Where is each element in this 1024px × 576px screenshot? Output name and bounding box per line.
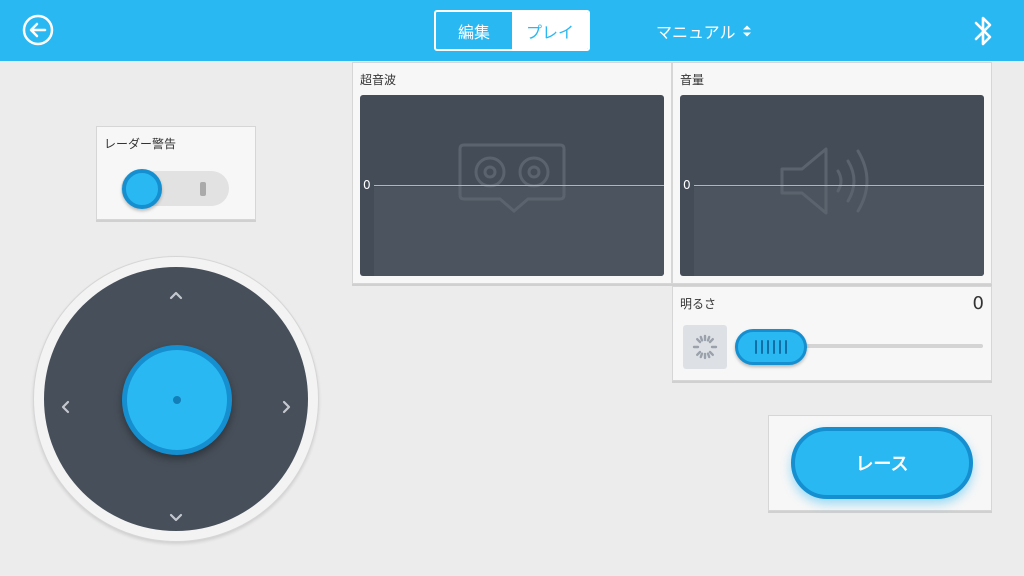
ultrasonic-panel: 超音波 0 — [352, 62, 672, 284]
grip-line — [773, 340, 775, 354]
control-mode-select[interactable]: マニュアル — [656, 19, 752, 43]
radar-warning-panel: レーダー警告 — [96, 126, 256, 220]
up-down-arrows-icon — [742, 25, 751, 37]
speaker-icon — [780, 147, 869, 215]
race-panel: レース — [768, 415, 992, 511]
joystick — [33, 256, 319, 542]
grip-line — [767, 340, 769, 354]
edit-mode-tab[interactable]: 編集 — [436, 12, 512, 49]
toggle-knob[interactable] — [122, 169, 162, 209]
mode-toggle: 編集 プレイ — [434, 10, 590, 51]
chevron-down-icon[interactable] — [168, 510, 184, 526]
sound-graph: 0 — [680, 95, 984, 276]
chevron-left-icon[interactable] — [58, 399, 74, 415]
grip-line — [755, 340, 757, 354]
ultrasonic-graph: 0 — [360, 95, 664, 276]
graph-zero-line — [374, 185, 664, 186]
play-mode-tab[interactable]: プレイ — [512, 12, 588, 49]
grip-line — [785, 340, 787, 354]
radar-warning-toggle[interactable] — [121, 169, 229, 209]
toggle-off-indicator — [200, 182, 206, 196]
brightness-value: 0 — [972, 293, 984, 314]
race-button[interactable]: レース — [791, 427, 973, 499]
light-sensor-icon — [683, 325, 727, 369]
graph-zero-label: 0 — [683, 178, 691, 192]
grip-line — [761, 340, 763, 354]
chevron-up-icon[interactable] — [168, 287, 184, 303]
sound-panel: 音量 0 — [672, 62, 992, 284]
control-mode-label: マニュアル — [656, 23, 736, 42]
brightness-panel: 明るさ 0 — [672, 286, 992, 381]
radar-warning-title: レーダー警告 — [104, 137, 177, 151]
chevron-right-icon[interactable] — [278, 399, 294, 415]
joystick-knob-center — [173, 396, 181, 404]
ultrasonic-title: 超音波 — [360, 73, 397, 87]
joystick-knob[interactable] — [122, 345, 232, 455]
brightness-title: 明るさ — [680, 297, 717, 311]
brightness-slider-thumb[interactable] — [735, 329, 807, 365]
joystick-pad[interactable] — [44, 267, 308, 531]
bluetooth-icon[interactable] — [971, 13, 997, 49]
graph-zero-label: 0 — [363, 178, 371, 192]
sound-title: 音量 — [680, 73, 705, 87]
grip-line — [779, 340, 781, 354]
graph-zero-line — [694, 185, 984, 186]
back-arrow-icon[interactable] — [22, 14, 54, 46]
top-bar: 編集 プレイ マニュアル — [0, 0, 1024, 61]
ultrasonic-sensor-icon — [458, 143, 566, 213]
